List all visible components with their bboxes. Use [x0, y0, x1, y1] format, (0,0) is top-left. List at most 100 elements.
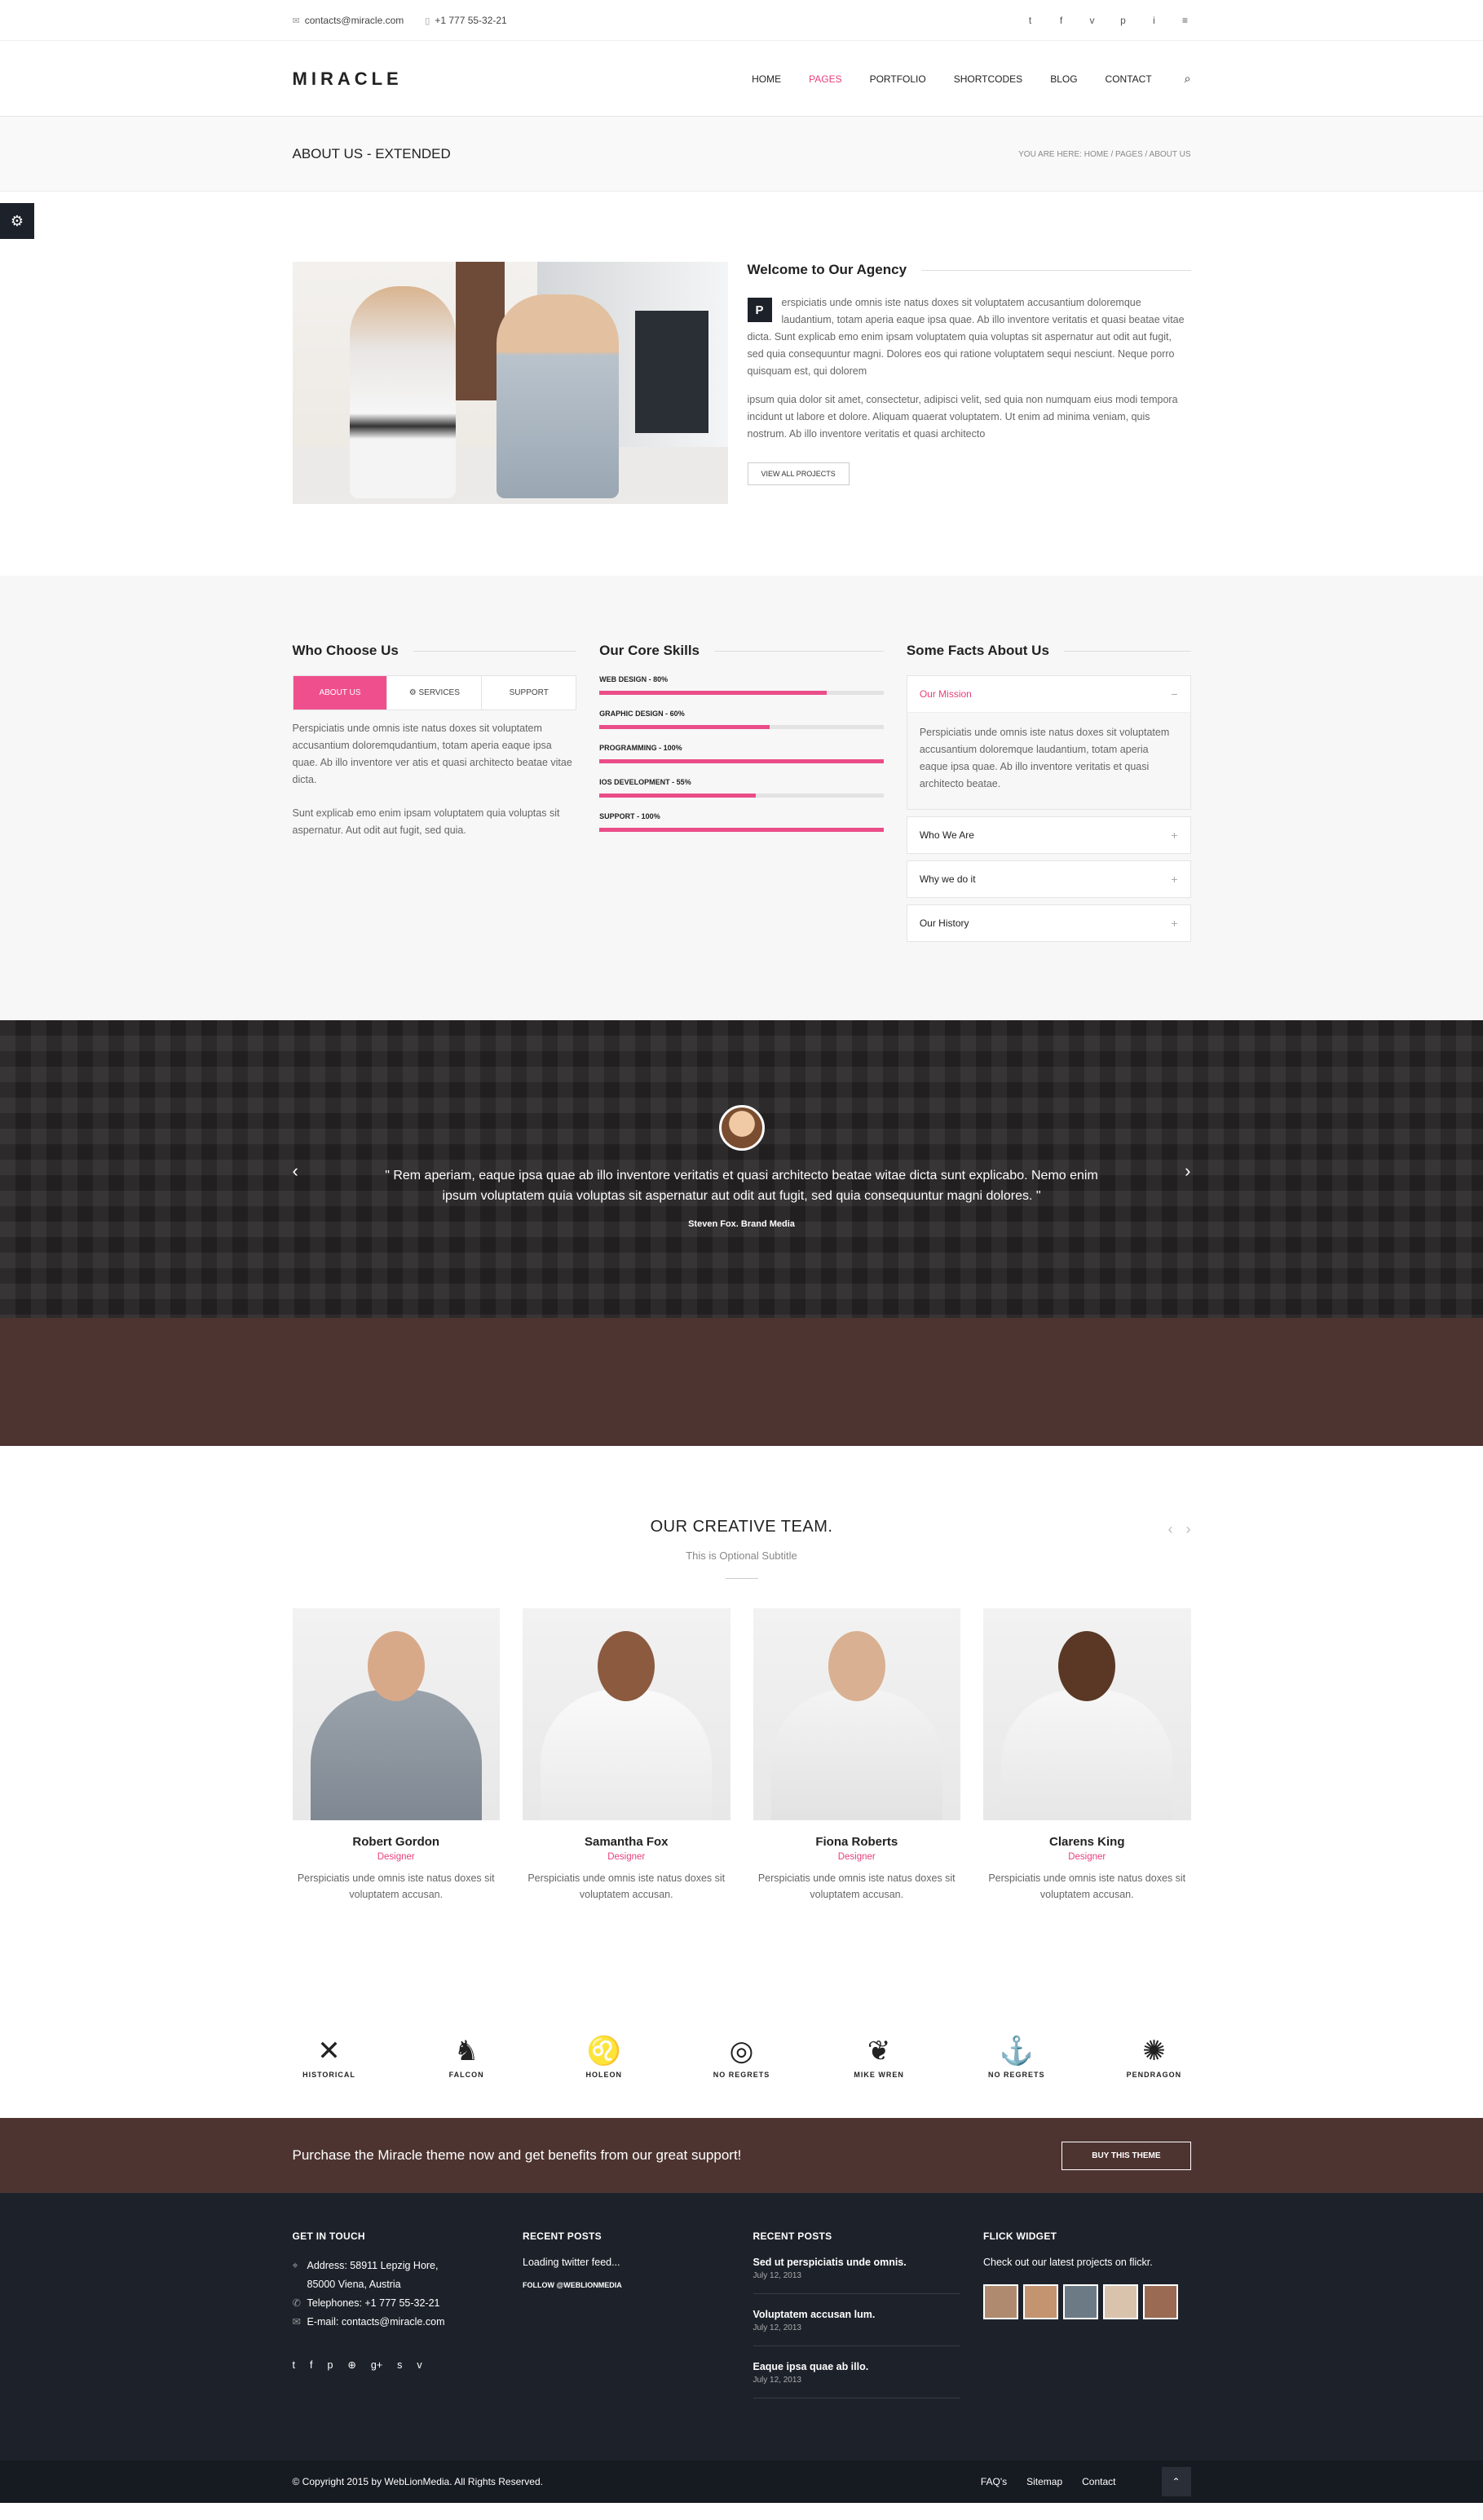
facts-title: Some Facts About Us: [906, 643, 1049, 658]
accordion-item: Why we do it +: [906, 860, 1191, 898]
nav-pages[interactable]: PAGES: [809, 73, 841, 85]
page-title: ABOUT US - EXTENDED: [292, 146, 451, 161]
nav-contact[interactable]: CONTACT: [1106, 73, 1152, 85]
menu-icon[interactable]: ≡: [1180, 15, 1191, 26]
vimeo-icon[interactable]: v: [1087, 15, 1098, 26]
nav-shortcodes[interactable]: SHORTCODES: [954, 73, 1022, 85]
skill-label: PROGRAMMING - 100%: [599, 744, 682, 752]
about-section: Welcome to Our Agency Perspiciatis unde …: [0, 192, 1483, 576]
accordion-header-who-we-are[interactable]: Who We Are +: [907, 817, 1190, 853]
search-icon[interactable]: ⌕: [1185, 72, 1191, 86]
footer-flickr-title: FLICK WIDGET: [983, 2230, 1057, 2242]
location-icon: ⌖: [292, 2260, 298, 2271]
post-date: July 12, 2013: [753, 2376, 802, 2385]
team-member-card[interactable]: Samantha Fox Designer Perspiciatis unde om…: [523, 1608, 730, 1903]
plus-icon: +: [1171, 873, 1178, 886]
skype-icon[interactable]: s: [397, 2356, 402, 2375]
accordion-header-our-mission[interactable]: Our Mission −: [907, 676, 1190, 713]
topbar-email[interactable]: ✉ contacts@miracle.com: [293, 15, 404, 26]
member-photo: [753, 1608, 960, 1820]
member-name: Samantha Fox: [584, 1835, 669, 1849]
skill-label: IOS DEVELOPMENT - 55%: [599, 778, 691, 786]
accordion-header-why-we-do-it[interactable]: Why we do it +: [907, 861, 1190, 897]
team-members: Robert Gordon Designer Perspiciatis unde o…: [292, 1608, 1191, 1903]
facebook-icon[interactable]: f: [310, 2356, 312, 2375]
client-logo[interactable]: ✺ PENDRAGON: [1117, 2020, 1190, 2093]
chevron-right-icon[interactable]: ›: [1186, 1521, 1191, 1538]
client-logo[interactable]: ♞ FALCON: [430, 2020, 503, 2093]
client-logo-name: NO REGRETS: [988, 2071, 1045, 2079]
breadcrumb[interactable]: YOU ARE HERE: HOME / PAGES / ABOUT US: [1018, 150, 1190, 159]
instagram-icon[interactable]: i: [1149, 15, 1160, 26]
pinterest-icon[interactable]: p: [1118, 15, 1129, 26]
chevron-left-icon[interactable]: ‹: [1168, 1521, 1173, 1538]
team-subtitle: This is Optional Subtitle: [686, 1550, 797, 1562]
member-photo: [983, 1608, 1191, 1820]
top-bar: ✉ contacts@miracle.com ▯ +1 777 55-32-21 t…: [0, 0, 1483, 41]
accordion-header-our-history[interactable]: Our History +: [907, 905, 1190, 941]
footer: GET IN TOUCH ⌖ Address: 58911 Lepzig Hore…: [0, 2193, 1483, 2460]
brown-band: [0, 1318, 1483, 1446]
view-all-projects-button[interactable]: VIEW ALL PROJECTS: [747, 462, 850, 485]
vimeo-icon[interactable]: v: [417, 2356, 422, 2375]
tab-about-us[interactable]: ABOUT US: [293, 676, 388, 710]
site-logo[interactable]: MIRACLE: [293, 69, 403, 90]
flickr-thumb[interactable]: [1103, 2284, 1138, 2319]
chevron-left-icon[interactable]: ‹: [293, 1161, 298, 1182]
flickr-thumb[interactable]: [1023, 2284, 1058, 2319]
client-logo[interactable]: ❦ MIKE WREN: [842, 2020, 916, 2093]
chevron-right-icon[interactable]: ›: [1185, 1161, 1190, 1182]
nav-blog[interactable]: BLOG: [1050, 73, 1077, 85]
recent-post[interactable]: Voluptatem accusan lum. July 12, 2013: [753, 2309, 960, 2346]
link-sitemap[interactable]: Sitemap: [1026, 2476, 1062, 2487]
google-plus-icon[interactable]: g+: [371, 2356, 382, 2375]
team-member-card[interactable]: Fiona Roberts Designer Perspiciatis unde o…: [753, 1608, 960, 1903]
flickr-thumb[interactable]: [983, 2284, 1018, 2319]
buy-theme-button[interactable]: BUY THIS THEME: [1061, 2141, 1191, 2170]
member-name: Robert Gordon: [352, 1835, 440, 1849]
client-logo-mark: ❦: [867, 2036, 891, 2067]
tab-support[interactable]: SUPPORT: [482, 676, 576, 710]
dribbble-icon[interactable]: ⊕: [347, 2356, 355, 2375]
flickr-thumb[interactable]: [1063, 2284, 1098, 2319]
client-logo[interactable]: ✕ HISTORICAL: [293, 2020, 366, 2093]
team-member-card[interactable]: Robert Gordon Designer Perspiciatis unde o…: [292, 1608, 500, 1903]
nav-portfolio[interactable]: PORTFOLIO: [870, 73, 926, 85]
dropcap: P: [747, 298, 772, 322]
tab-services[interactable]: ⚙ SERVICES: [387, 676, 483, 710]
client-logo-mark: ♌: [586, 2036, 621, 2067]
recent-post[interactable]: Eaque ipsa quae ab illo. July 12, 2013: [753, 2361, 960, 2398]
post-date: July 12, 2013: [753, 2271, 802, 2280]
plus-icon: +: [1171, 917, 1178, 930]
link-contact[interactable]: Contact: [1082, 2476, 1115, 2487]
skill-bar: PROGRAMMING - 100%: [599, 744, 884, 763]
scroll-top-icon[interactable]: ⌃: [1161, 2467, 1191, 2496]
skill-track: [599, 691, 884, 695]
cta-bar: Purchase the Miracle theme now and get b…: [0, 2118, 1483, 2193]
follow-link[interactable]: FOLLOW @WEBLIONMEDIA: [523, 2281, 730, 2289]
phone-icon: ▯: [425, 16, 430, 26]
skill-label: WEB DESIGN - 80%: [599, 675, 669, 683]
settings-gear-icon[interactable]: ⚙: [0, 203, 34, 239]
link-faq[interactable]: FAQ's: [981, 2476, 1007, 2487]
nav-home[interactable]: HOME: [752, 73, 781, 85]
pinterest-icon[interactable]: p: [327, 2356, 333, 2375]
team-member-card[interactable]: Clarens King Designer Perspiciatis unde om…: [983, 1608, 1191, 1903]
accordion-item: Who We Are +: [906, 816, 1191, 854]
copyright-bar: © Copyright 2015 by WebLionMedia. All Ri…: [0, 2460, 1483, 2503]
tab-paragraph-2: Sunt explicab emo enim ipsam voluptatem …: [292, 807, 560, 836]
flickr-thumb[interactable]: [1143, 2284, 1178, 2319]
twitter-icon[interactable]: t: [293, 2356, 295, 2375]
copyright-text: © Copyright 2015 by WebLionMedia. All Ri…: [292, 2476, 543, 2487]
client-logo[interactable]: ⚓ NO REGRETS: [980, 2020, 1053, 2093]
facebook-icon[interactable]: f: [1056, 15, 1067, 26]
recent-post[interactable]: Sed ut perspiciatis unde omnis. July 12, …: [753, 2257, 960, 2294]
skill-fill: [599, 691, 828, 695]
member-desc: Perspiciatis unde omnis iste natus doxes…: [297, 1872, 495, 1900]
accordion-body: Perspiciatis unde omnis iste natus doxes…: [907, 713, 1190, 809]
client-logo-mark: ♞: [453, 2036, 479, 2067]
client-logo[interactable]: ◎ NO REGRETS: [704, 2020, 778, 2093]
twitter-icon[interactable]: t: [1025, 15, 1036, 26]
member-desc: Perspiciatis unde omnis iste natus doxes…: [757, 1872, 956, 1900]
client-logo[interactable]: ♌ HOLEON: [567, 2020, 641, 2093]
